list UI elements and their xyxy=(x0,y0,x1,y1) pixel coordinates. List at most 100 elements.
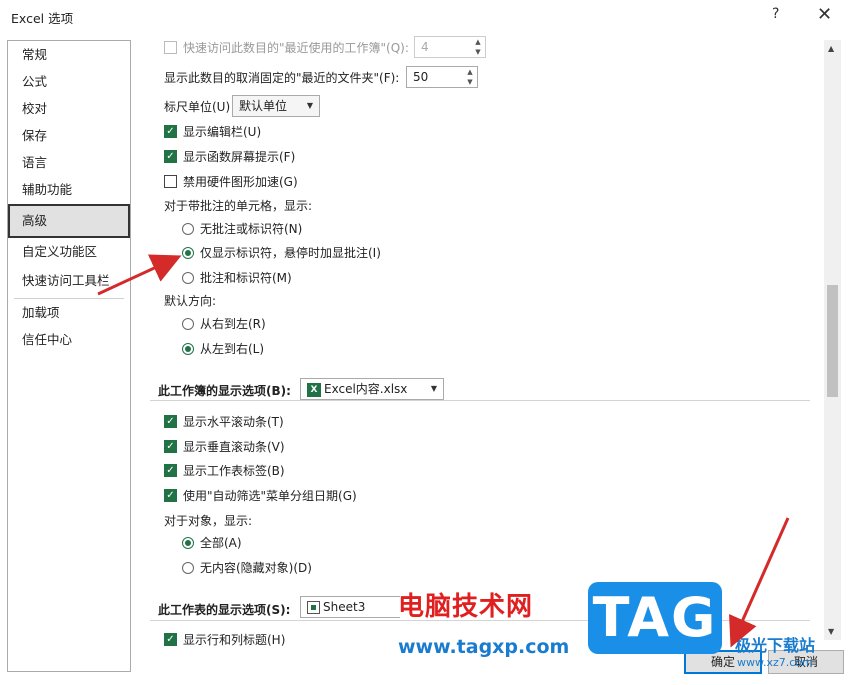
title-bar: Excel 选项 ? ✕ xyxy=(0,0,850,34)
close-icon[interactable]: ✕ xyxy=(817,4,832,25)
chevron-down-icon: ▼ xyxy=(306,101,313,110)
comments-option-none-label: 无批注或标识符(N) xyxy=(200,222,303,236)
recent-folders-spinner[interactable]: 50 ▲ ▼ xyxy=(406,66,478,88)
show-vscroll-label: 显示垂直滚动条(V) xyxy=(183,440,285,454)
show-function-tips-row[interactable]: ✓ 显示函数屏幕提示(F) xyxy=(164,148,295,165)
watermark-logo: TAG xyxy=(588,582,722,654)
watermark-site-name: 电脑技术网 xyxy=(398,592,534,622)
radio-button-selected[interactable] xyxy=(182,536,194,549)
quick-access-recent-checkbox[interactable] xyxy=(164,41,177,54)
excel-file-icon: X xyxy=(307,382,321,397)
worksheet-select-dropdown[interactable]: Sheet3 xyxy=(300,596,400,618)
quick-access-recent-value: 4 xyxy=(421,40,429,54)
sidebar-item-trust-center[interactable]: 信任中心 xyxy=(8,326,130,353)
show-hscroll-label: 显示水平滚动条(T) xyxy=(183,415,284,429)
worksheet-name: Sheet3 xyxy=(323,600,366,614)
quick-access-recent-row: 快速访问此数目的"最近使用的工作簿"(Q): xyxy=(164,39,409,56)
show-hscroll-row[interactable]: ✓ 显示水平滚动条(T) xyxy=(164,413,284,430)
scrollbar-thumb[interactable] xyxy=(827,285,838,397)
workbook-select-dropdown[interactable]: X Excel内容.xlsx ▼ xyxy=(300,378,444,400)
recent-folders-value: 50 xyxy=(413,70,429,84)
show-headers-row[interactable]: ✓ 显示行和列标题(H) xyxy=(164,631,285,648)
check-icon[interactable]: ✓ xyxy=(164,150,177,163)
radio-button-selected[interactable] xyxy=(182,246,194,259)
check-icon[interactable]: ✓ xyxy=(164,125,177,138)
options-sidebar: 常规 公式 校对 保存 语言 辅助功能 高级 自定义功能区 快速访问工具栏 加载… xyxy=(7,40,131,672)
disable-hw-accel-label: 禁用硬件图形加速(G) xyxy=(183,175,298,189)
sidebar-item-formulas[interactable]: 公式 xyxy=(8,68,130,95)
sidebar-item-proofing[interactable]: 校对 xyxy=(8,95,130,122)
spinner-arrows-icon[interactable]: ▲ ▼ xyxy=(473,37,483,57)
comments-option-both[interactable]: 批注和标识符(M) xyxy=(182,269,292,286)
sidebar-item-advanced[interactable]: 高级 xyxy=(8,204,130,238)
worksheet-section-title: 此工作表的显示选项(S): xyxy=(158,603,291,617)
scroll-up-icon[interactable]: ▲ xyxy=(828,44,834,53)
show-vscroll-row[interactable]: ✓ 显示垂直滚动条(V) xyxy=(164,438,285,455)
advanced-options-panel: 快速访问此数目的"最近使用的工作簿"(Q): 4 ▲ ▼ 显示此数目的取消固定的"… xyxy=(150,34,810,674)
direction-option-ltr-label: 从左到右(L) xyxy=(200,342,265,356)
direction-option-rtl-label: 从右到左(R) xyxy=(200,317,266,331)
section-divider xyxy=(150,400,810,401)
chevron-down-icon: ▼ xyxy=(430,384,437,393)
comments-heading: 对于带批注的单元格，显示: xyxy=(164,197,312,214)
disable-hw-accel-row[interactable]: 禁用硬件图形加速(G) xyxy=(164,173,298,190)
ruler-units-dropdown[interactable]: 默认单位 ▼ xyxy=(232,95,320,117)
sidebar-item-customize-ribbon[interactable]: 自定义功能区 xyxy=(8,238,130,265)
quick-access-recent-spinner[interactable]: 4 ▲ ▼ xyxy=(414,36,486,58)
autofilter-group-dates-label: 使用"自动筛选"菜单分组日期(G) xyxy=(183,489,357,503)
workbook-section-heading: 此工作簿的显示选项(B): xyxy=(158,382,291,399)
objects-heading-text: 对于对象，显示: xyxy=(164,514,253,528)
watermark-corner-url: www.xz7.com xyxy=(737,656,813,669)
comments-heading-text: 对于带批注的单元格，显示: xyxy=(164,199,313,213)
objects-option-none-label: 无内容(隐藏对象)(D) xyxy=(200,561,312,575)
direction-option-ltr[interactable]: 从左到右(L) xyxy=(182,340,264,357)
spinner-arrows-icon[interactable]: ▲ ▼ xyxy=(465,67,475,87)
direction-heading: 默认方向: xyxy=(164,292,216,309)
autofilter-group-dates-row[interactable]: ✓ 使用"自动筛选"菜单分组日期(G) xyxy=(164,487,357,504)
check-icon[interactable]: ✓ xyxy=(164,489,177,502)
show-sheet-tabs-row[interactable]: ✓ 显示工作表标签(B) xyxy=(164,462,285,479)
sidebar-item-quick-access-toolbar[interactable]: 快速访问工具栏 xyxy=(8,267,130,294)
objects-option-none[interactable]: 无内容(隐藏对象)(D) xyxy=(182,559,312,576)
comments-option-indicator[interactable]: 仅显示标识符，悬停时加显批注(I) xyxy=(182,244,381,261)
show-sheet-tabs-label: 显示工作表标签(B) xyxy=(183,464,285,478)
sidebar-item-general[interactable]: 常规 xyxy=(8,41,130,68)
objects-heading: 对于对象，显示: xyxy=(164,512,252,529)
objects-option-all-label: 全部(A) xyxy=(200,536,242,550)
direction-heading-text: 默认方向: xyxy=(164,294,217,308)
sidebar-item-save[interactable]: 保存 xyxy=(8,122,130,149)
show-headers-label: 显示行和列标题(H) xyxy=(183,633,286,647)
vertical-scrollbar[interactable]: ▲ ▼ xyxy=(824,40,841,640)
check-icon[interactable]: ✓ xyxy=(164,415,177,428)
scroll-down-icon[interactable]: ▼ xyxy=(828,627,834,636)
show-formula-bar-label: 显示编辑栏(U) xyxy=(183,125,262,139)
sidebar-item-language[interactable]: 语言 xyxy=(8,149,130,176)
radio-button[interactable] xyxy=(182,317,194,330)
check-icon[interactable]: ✓ xyxy=(164,440,177,453)
quick-access-recent-label: 快速访问此数目的"最近使用的工作簿"(Q): xyxy=(183,41,409,55)
radio-button-selected[interactable] xyxy=(182,342,194,355)
comments-option-indicator-label: 仅显示标识符，悬停时加显批注(I) xyxy=(200,246,381,260)
check-icon[interactable]: ✓ xyxy=(164,633,177,646)
radio-button[interactable] xyxy=(182,271,194,284)
watermark-corner-text: 极光下载站 xyxy=(735,636,816,655)
radio-button[interactable] xyxy=(182,561,194,574)
sidebar-item-addins[interactable]: 加载项 xyxy=(8,299,130,326)
comments-option-none[interactable]: 无批注或标识符(N) xyxy=(182,220,302,237)
sidebar-item-accessibility[interactable]: 辅助功能 xyxy=(8,176,130,203)
radio-button[interactable] xyxy=(182,222,194,235)
workbook-section-title: 此工作簿的显示选项(B): xyxy=(158,384,291,398)
ruler-units-label: 标尺单位(U) xyxy=(164,100,231,114)
direction-option-rtl[interactable]: 从右到左(R) xyxy=(182,315,266,332)
help-icon[interactable]: ? xyxy=(772,6,779,22)
sheet-icon xyxy=(307,601,320,614)
show-formula-bar-row[interactable]: ✓ 显示编辑栏(U) xyxy=(164,123,261,140)
objects-option-all[interactable]: 全部(A) xyxy=(182,534,242,551)
check-icon[interactable]: ✓ xyxy=(164,464,177,477)
workbook-file-name: Excel内容.xlsx xyxy=(324,382,408,396)
comments-option-both-label: 批注和标识符(M) xyxy=(200,271,292,285)
disable-hw-accel-checkbox[interactable] xyxy=(164,175,177,188)
worksheet-section-heading: 此工作表的显示选项(S): xyxy=(158,601,290,618)
window-title: Excel 选项 xyxy=(11,11,74,26)
ruler-units-row: 标尺单位(U) xyxy=(164,98,230,115)
